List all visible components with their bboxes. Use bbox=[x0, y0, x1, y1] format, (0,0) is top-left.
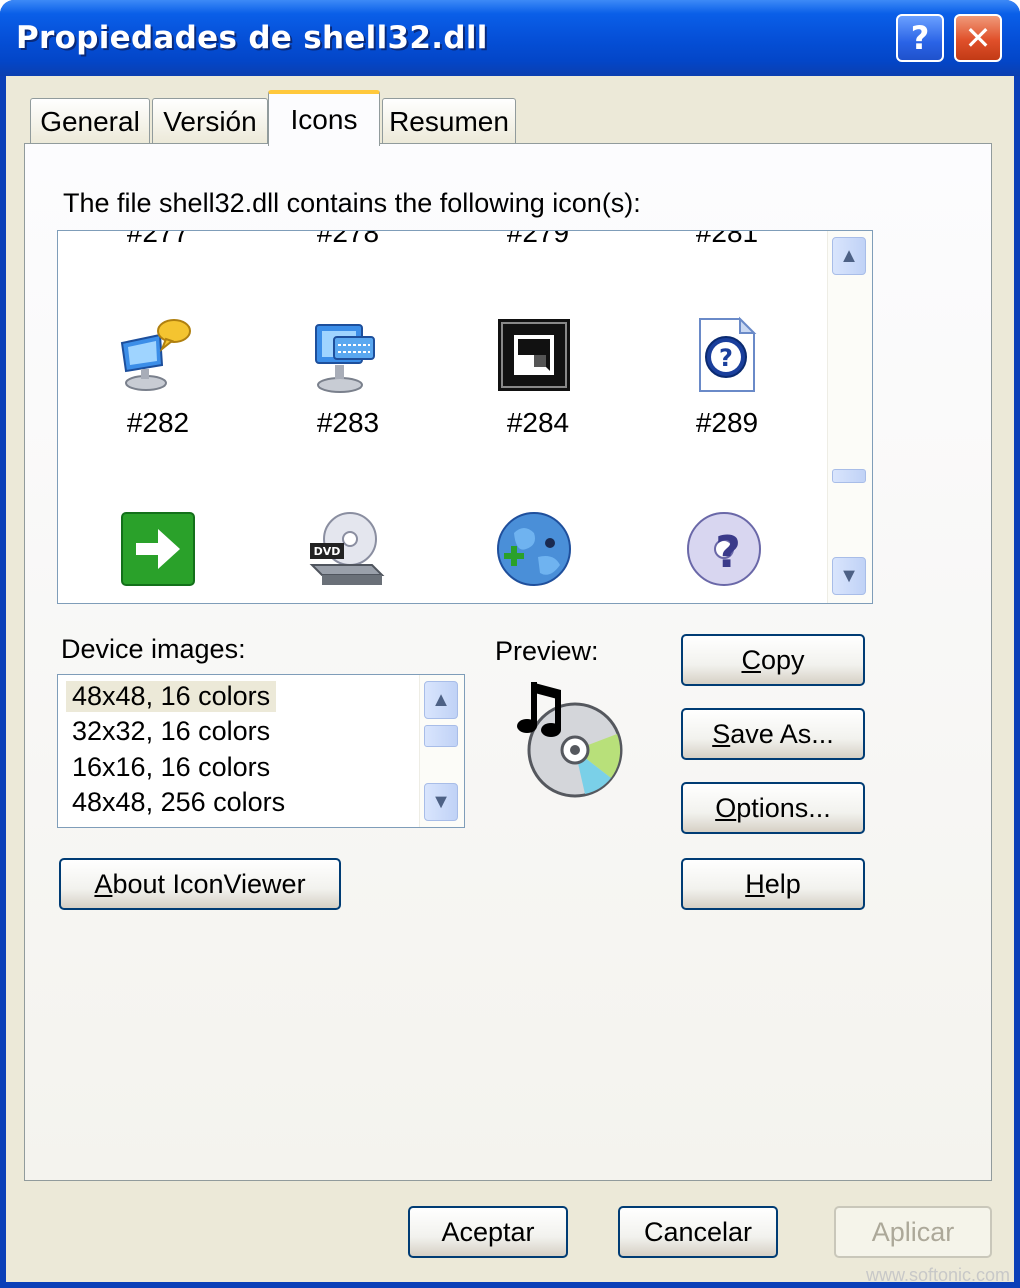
title-help-button[interactable]: ? bbox=[896, 14, 944, 62]
green-arrow-icon[interactable] bbox=[118, 509, 198, 589]
save-as-button-label: ave As... bbox=[730, 718, 834, 749]
icons-tab-panel: The file shell32.dll contains the follow… bbox=[24, 143, 992, 1181]
watermark: www.softonic.com bbox=[865, 1265, 1010, 1285]
computer-chat-icon[interactable] bbox=[116, 315, 196, 395]
about-button-label: bout IconViewer bbox=[112, 868, 306, 899]
icon-label: #277 bbox=[126, 230, 190, 248]
copy-button-label: opy bbox=[760, 644, 805, 675]
svg-text:?: ? bbox=[719, 344, 733, 372]
scroll-thumb[interactable] bbox=[832, 469, 866, 483]
computer-keyboard-icon[interactable] bbox=[306, 315, 386, 395]
help-document-icon[interactable]: ? bbox=[686, 315, 766, 395]
scroll-down-button[interactable]: ▼ bbox=[424, 783, 458, 821]
icon-label: #284 bbox=[506, 407, 570, 438]
chevron-down-icon: ▼ bbox=[839, 564, 859, 587]
title-close-button[interactable]: ✕ bbox=[954, 14, 1002, 62]
icon-label: #282 bbox=[126, 407, 190, 438]
music-cd-icon bbox=[517, 682, 623, 798]
cd-question-icon[interactable]: ? bbox=[684, 509, 764, 589]
about-button-mnemonic: A bbox=[94, 868, 113, 899]
scroll-down-button[interactable]: ▼ bbox=[832, 557, 866, 595]
cancel-button[interactable]: Cancelar bbox=[618, 1206, 778, 1258]
ok-button[interactable]: Aceptar bbox=[408, 1206, 568, 1258]
save-as-button-mnemonic: S bbox=[712, 718, 731, 749]
dialog-client: General Versión Icons Resumen The file s… bbox=[6, 76, 1014, 1282]
icon-label: #283 bbox=[316, 407, 380, 438]
chevron-up-icon: ▲ bbox=[431, 688, 451, 711]
device-images-list[interactable]: 48x48, 16 colors 32x32, 16 colors 16x16,… bbox=[57, 674, 465, 828]
icons-intro-label: The file shell32.dll contains the follow… bbox=[63, 188, 641, 218]
title-bar[interactable]: Propiedades de shell32.dll ? ✕ bbox=[0, 0, 1020, 76]
globe-music-icon[interactable] bbox=[494, 509, 574, 589]
tab-version[interactable]: Versión bbox=[152, 98, 268, 144]
options-button-mnemonic: O bbox=[715, 792, 737, 823]
window-title: Propiedades de shell32.dll bbox=[16, 20, 488, 56]
icon-grid-scrollbar[interactable]: ▲ ▼ bbox=[827, 231, 872, 603]
options-button[interactable]: Options... bbox=[681, 782, 865, 834]
list-item[interactable]: 48x48, 16 colors bbox=[66, 681, 277, 712]
svg-text:DVD: DVD bbox=[314, 545, 341, 558]
tab-icons[interactable]: Icons bbox=[268, 90, 380, 146]
help-button[interactable]: Help bbox=[681, 858, 865, 910]
scroll-up-button[interactable]: ▲ bbox=[424, 681, 458, 719]
icon-label: #278 bbox=[316, 230, 380, 248]
scroll-thumb[interactable] bbox=[424, 725, 458, 747]
properties-window: Propiedades de shell32.dll ? ✕ General V… bbox=[0, 0, 1020, 1288]
help-button-label: elp bbox=[764, 868, 801, 899]
copy-button[interactable]: Copy bbox=[681, 634, 865, 686]
preview-label: Preview: bbox=[495, 636, 599, 666]
scroll-up-button[interactable]: ▲ bbox=[832, 237, 866, 275]
apply-button[interactable]: Aplicar bbox=[834, 1206, 992, 1258]
question-icon: ? bbox=[910, 19, 930, 57]
black-frame-icon[interactable] bbox=[494, 315, 574, 395]
options-button-label: ptions... bbox=[736, 792, 831, 823]
device-list-scrollbar[interactable]: ▲ ▼ bbox=[419, 675, 464, 827]
save-as-button[interactable]: Save As... bbox=[681, 708, 865, 760]
chevron-down-icon: ▼ bbox=[431, 790, 451, 813]
list-item[interactable]: 32x32, 16 colors bbox=[72, 716, 270, 747]
close-icon: ✕ bbox=[964, 19, 992, 57]
list-item[interactable]: 16x16, 16 colors bbox=[72, 752, 270, 783]
icon-label: #289 bbox=[695, 407, 759, 438]
chevron-up-icon: ▲ bbox=[839, 244, 859, 267]
dvd-drive-icon[interactable]: DVD bbox=[306, 509, 386, 589]
tab-resumen[interactable]: Resumen bbox=[382, 98, 516, 144]
icon-label: #279 bbox=[506, 230, 570, 248]
list-item[interactable]: 48x48, 256 colors bbox=[72, 787, 285, 818]
icon-label: #281 bbox=[695, 230, 759, 248]
help-button-mnemonic: H bbox=[745, 868, 765, 899]
svg-text:?: ? bbox=[715, 527, 741, 578]
device-images-label: Device images: bbox=[61, 634, 246, 664]
about-iconviewer-button[interactable]: About IconViewer bbox=[59, 858, 341, 910]
tab-general[interactable]: General bbox=[30, 98, 150, 144]
icon-grid[interactable]: #277 #278 #279 #281 ? #282 #283 #284 #28… bbox=[57, 230, 873, 604]
copy-button-mnemonic: C bbox=[741, 644, 761, 675]
